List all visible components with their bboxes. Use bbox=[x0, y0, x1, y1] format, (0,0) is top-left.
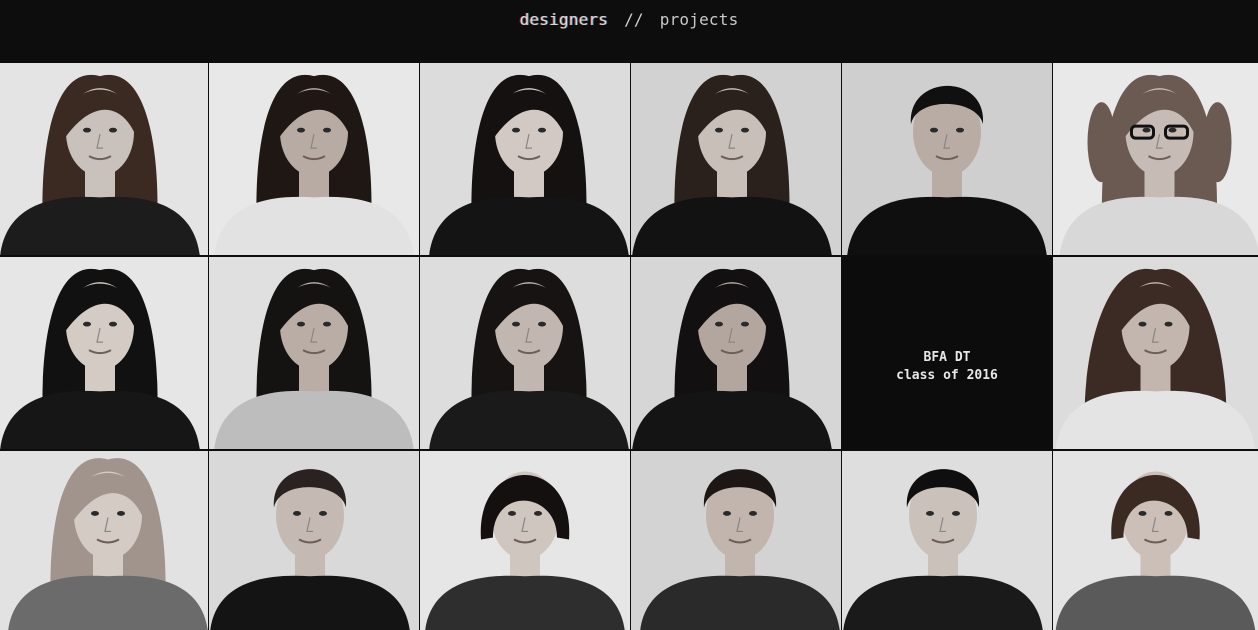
portrait-photo bbox=[420, 63, 630, 255]
portrait-photo bbox=[209, 257, 419, 449]
portrait-photo bbox=[842, 63, 1052, 255]
designer-portrait-tile[interactable] bbox=[1053, 257, 1258, 449]
nav-separator: // bbox=[624, 10, 644, 29]
nav-projects-link[interactable]: projects bbox=[660, 10, 739, 29]
designer-portrait-tile[interactable] bbox=[0, 451, 208, 630]
designer-portrait-tile[interactable] bbox=[1053, 63, 1258, 255]
portrait-photo bbox=[420, 451, 630, 630]
designer-portrait-tile[interactable] bbox=[0, 257, 208, 449]
portrait-photo bbox=[0, 451, 208, 630]
portrait-photo bbox=[209, 451, 419, 630]
designer-portrait-grid: BFA DT class of 2016 bbox=[0, 63, 1258, 630]
portrait-photo bbox=[631, 257, 841, 449]
designer-portrait-tile[interactable] bbox=[1053, 451, 1258, 630]
designer-portrait-tile[interactable] bbox=[420, 257, 630, 449]
designer-portrait-tile[interactable] bbox=[631, 63, 841, 255]
designer-portrait-tile[interactable] bbox=[209, 257, 419, 449]
class-title: BFA DT class of 2016 bbox=[842, 349, 1052, 385]
designer-portrait-tile[interactable] bbox=[0, 63, 208, 255]
designer-portrait-tile[interactable] bbox=[209, 63, 419, 255]
top-navigation-bar: designers // projects bbox=[0, 0, 1258, 62]
portrait-photo bbox=[1053, 257, 1258, 449]
designer-portrait-tile[interactable] bbox=[420, 451, 630, 630]
portrait-photo bbox=[1053, 451, 1258, 630]
class-title-line-1: BFA DT bbox=[923, 350, 971, 365]
class-title-line-2: class of 2016 bbox=[896, 368, 998, 383]
designer-portrait-tile[interactable] bbox=[842, 63, 1052, 255]
class-title-tile: BFA DT class of 2016 bbox=[842, 257, 1052, 449]
portrait-photo bbox=[0, 63, 208, 255]
portrait-photo bbox=[842, 451, 1052, 630]
portrait-photo bbox=[631, 63, 841, 255]
designer-portrait-tile[interactable] bbox=[631, 451, 841, 630]
portrait-photo bbox=[420, 257, 630, 449]
designer-portrait-tile[interactable] bbox=[420, 63, 630, 255]
designer-portrait-tile[interactable] bbox=[842, 451, 1052, 630]
site-nav: designers // projects bbox=[0, 10, 1258, 29]
designer-portrait-tile[interactable] bbox=[631, 257, 841, 449]
portrait-photo bbox=[0, 257, 208, 449]
designer-portrait-tile[interactable] bbox=[209, 451, 419, 630]
portrait-photo bbox=[631, 451, 841, 630]
portrait-photo bbox=[209, 63, 419, 255]
portrait-photo bbox=[1053, 63, 1258, 255]
nav-designers-link[interactable]: designers bbox=[520, 10, 609, 29]
